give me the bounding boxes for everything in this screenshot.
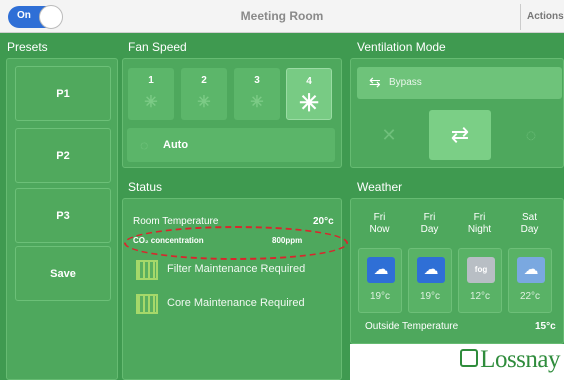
forecast-period: Now — [369, 224, 390, 235]
fan-high-icon: ✳ — [298, 90, 320, 117]
forecast-temp: 22°c — [519, 291, 541, 302]
auto-mode-icon: ◌ — [525, 125, 537, 145]
fan-speed-4-button[interactable]: 4 ✳ — [286, 68, 332, 120]
status-header: Status — [128, 180, 163, 194]
bypass-icon: ⇄ — [450, 122, 470, 147]
fan-icon: ✳ — [197, 94, 211, 111]
filter-maintenance-label: Filter Maintenance Required — [167, 263, 306, 275]
sun-cloud-rain-icon: ☁ — [417, 257, 445, 283]
forecast-period: Day — [520, 224, 539, 235]
room-temperature-value: 20°c — [313, 216, 334, 227]
room-title: Meeting Room — [240, 9, 324, 23]
preset-p2-button[interactable]: P2 — [15, 128, 111, 183]
fan-speed-3-button[interactable]: 3 ✳ — [234, 68, 280, 120]
lossnay-logo: Lossnay — [480, 346, 560, 373]
fog-icon: fog — [467, 257, 495, 283]
room-temperature-label: Room Temperature — [133, 216, 219, 227]
fan-speed-1-button[interactable]: 1 ✳ — [128, 68, 174, 120]
forecast-period: Day — [420, 224, 439, 235]
core-maintenance-label: Core Maintenance Required — [167, 297, 305, 309]
bypass-mode-button[interactable]: ⇄ — [429, 110, 491, 160]
forecast-card: ☁ 19°c — [358, 248, 402, 313]
actions-menu[interactable]: Actions — [520, 4, 564, 30]
fan-auto-label: Auto — [163, 139, 189, 151]
fan-speed-3-label: 3 — [254, 75, 260, 86]
save-button[interactable]: Save — [15, 246, 111, 301]
preset-p3-button[interactable]: P3 — [15, 188, 111, 243]
fan-speed-4-label: 4 — [306, 76, 312, 87]
ventilation-header: Ventilation Mode — [357, 40, 446, 54]
forecast-temp: 19°c — [369, 291, 391, 302]
forecast-day: Sat — [521, 212, 537, 223]
fan-auto-button[interactable]: ◌ Auto — [127, 128, 335, 162]
forecast-temp: 19°c — [419, 291, 441, 302]
filter-icon — [136, 260, 158, 280]
bypass-icon: ⇆ — [369, 74, 381, 90]
forecast-day: Fri — [473, 212, 486, 223]
sun-cloud-rain-icon: ☁ — [367, 257, 395, 283]
fan-icon: ✳ — [250, 94, 264, 111]
brand-footer: Lossnay — [350, 344, 564, 380]
preset-p1-button[interactable]: P1 — [15, 66, 111, 121]
weather-header: Weather — [357, 180, 403, 194]
forecast-header: Fri Day — [406, 212, 453, 236]
auto-mode-button[interactable]: ◌ — [500, 110, 562, 160]
ventilation-mode-label: Bypass — [389, 77, 422, 88]
forecast-header: Sat Day — [506, 212, 553, 236]
forecast-card: ☁ 19°c — [408, 248, 452, 313]
fan-speed-1-label: 1 — [148, 75, 154, 86]
forecast-day: Fri — [423, 212, 436, 223]
top-bar: On Meeting Room Actions — [0, 0, 564, 33]
forecast-header: Fri Night — [456, 212, 503, 236]
fan-speed-2-button[interactable]: 2 ✳ — [181, 68, 227, 120]
forecast-temp: 12°c — [469, 291, 491, 302]
outside-temperature-value: 15°c — [535, 321, 556, 332]
forecast-day: Fri — [373, 212, 386, 223]
forecast-header: Fri Now — [356, 212, 403, 236]
energy-recovery-mode-button[interactable]: ✕ — [358, 110, 420, 160]
core-icon — [136, 294, 158, 314]
ventilation-mode-display: ⇆ Bypass — [357, 67, 562, 99]
fan-low-icon: ✳ — [144, 94, 158, 111]
lossnay-logo-icon — [460, 349, 478, 367]
fan-speed-2-label: 2 — [201, 75, 207, 86]
outside-temperature-label: Outside Temperature — [365, 321, 459, 332]
forecast-card: ☁ 22°c — [508, 248, 552, 313]
forecast-period: Night — [467, 224, 492, 235]
auto-fan-icon: ◌ — [140, 137, 149, 153]
fan-speed-header: Fan Speed — [128, 40, 187, 54]
highlight-annotation — [124, 226, 348, 260]
forecast-card: fog 12°c — [458, 248, 502, 313]
cloud-icon: ☁ — [517, 257, 545, 283]
presets-header: Presets — [7, 40, 48, 54]
energy-recovery-icon: ✕ — [381, 125, 397, 145]
